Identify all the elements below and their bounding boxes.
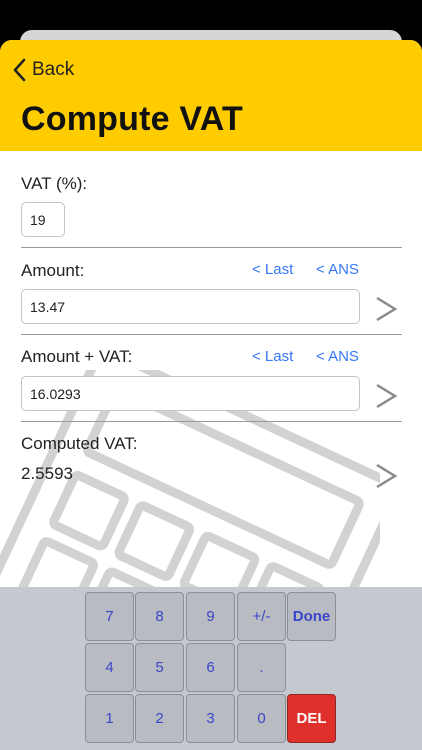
computed-vat-value: 2.5593 <box>21 464 73 483</box>
amount-vat-ans-link[interactable]: < ANS <box>316 348 359 365</box>
amount-vat-last-link[interactable]: < Last <box>252 348 293 365</box>
key-8[interactable]: 8 <box>135 592 184 641</box>
vat-label: VAT (%): <box>21 174 88 193</box>
page-title: Compute VAT <box>21 100 243 138</box>
amount-ans-link[interactable]: < ANS <box>316 261 359 278</box>
chevron-right-icon[interactable] <box>373 294 399 324</box>
divider <box>21 421 402 422</box>
back-label: Back <box>32 59 75 80</box>
key-5[interactable]: 5 <box>135 643 184 692</box>
numeric-keypad: 7 8 9 +/- Done 4 5 6 . 1 2 3 0 DEL <box>0 587 422 750</box>
delete-button[interactable]: DEL <box>287 694 336 743</box>
compute-vat-screen: Back Compute VAT VAT (%): 19 Amount: < L… <box>0 40 422 750</box>
key-6[interactable]: 6 <box>186 643 235 692</box>
key-1[interactable]: 1 <box>85 694 134 743</box>
key-plus-minus[interactable]: +/- <box>237 592 286 641</box>
back-button[interactable]: Back <box>12 56 74 84</box>
key-decimal[interactable]: . <box>237 643 286 692</box>
divider <box>21 334 402 335</box>
key-3[interactable]: 3 <box>186 694 235 743</box>
header-bar: Back Compute VAT <box>0 40 422 151</box>
chevron-left-icon <box>13 58 26 82</box>
amount-label: Amount: <box>21 261 85 280</box>
amount-input[interactable]: 13.47 <box>21 289 360 324</box>
amount-last-link[interactable]: < Last <box>252 261 293 278</box>
key-2[interactable]: 2 <box>135 694 184 743</box>
done-button[interactable]: Done <box>287 592 336 641</box>
amount-vat-label: Amount + VAT: <box>21 347 133 366</box>
key-4[interactable]: 4 <box>85 643 134 692</box>
divider <box>21 247 402 248</box>
key-0[interactable]: 0 <box>237 694 286 743</box>
computed-vat-label: Computed VAT: <box>21 434 138 453</box>
chevron-right-icon[interactable] <box>373 461 399 491</box>
vat-input[interactable]: 19 <box>21 202 65 237</box>
key-7[interactable]: 7 <box>85 592 134 641</box>
key-9[interactable]: 9 <box>186 592 235 641</box>
amount-vat-input[interactable]: 16.0293 <box>21 376 360 411</box>
chevron-right-icon[interactable] <box>373 381 399 411</box>
